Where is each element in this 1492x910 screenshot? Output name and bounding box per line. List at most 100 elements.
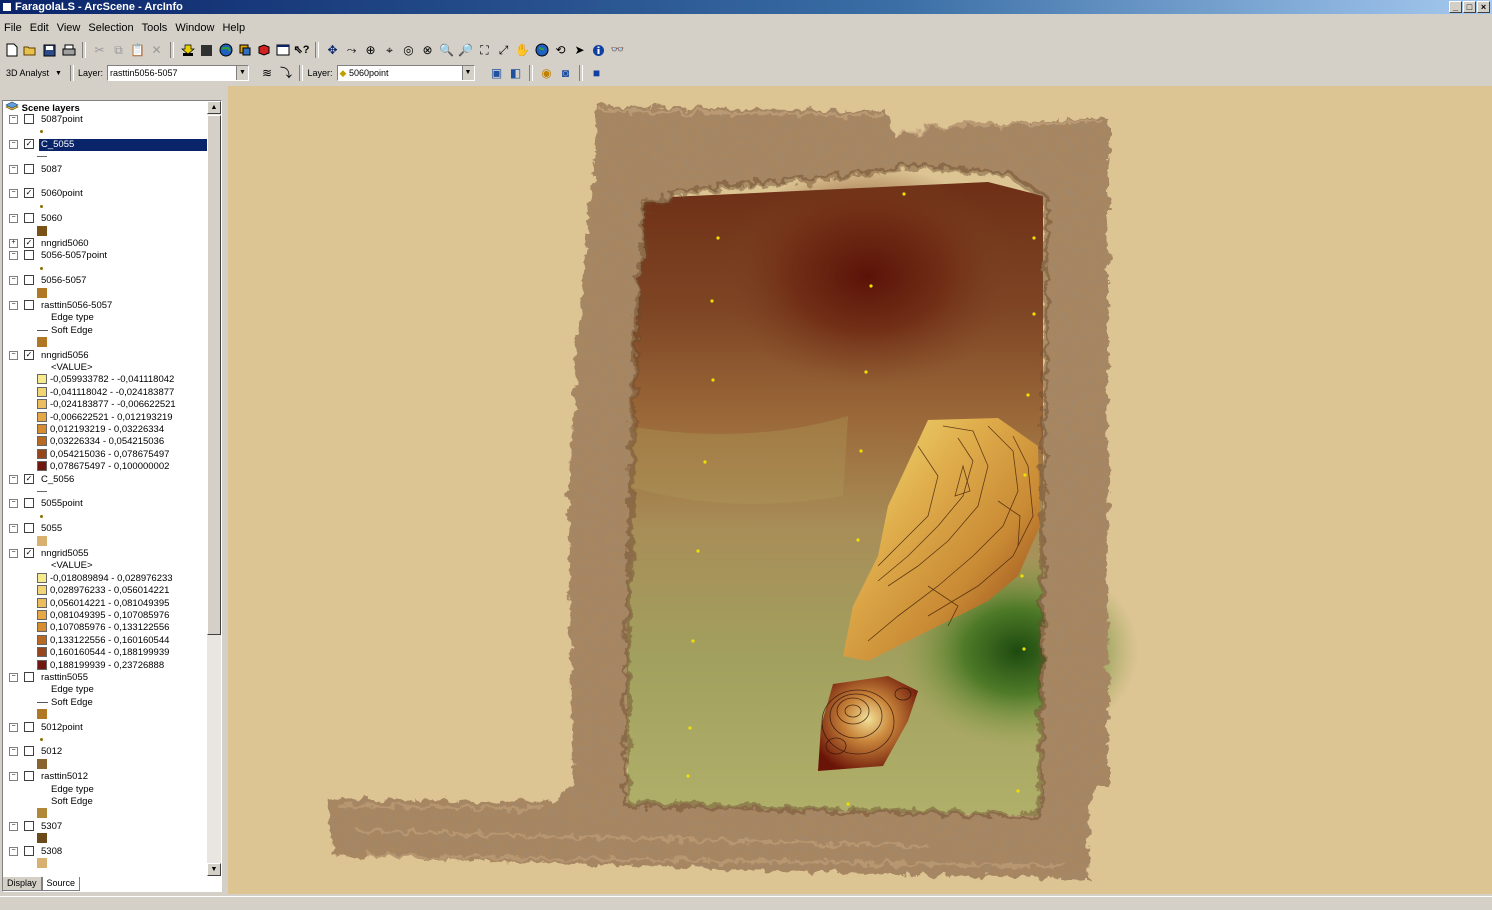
layer-name[interactable]: rasttin5056-5057: [39, 300, 114, 311]
narrow-fov-icon[interactable]: ⊗: [420, 42, 436, 58]
collapse-icon[interactable]: −: [9, 250, 18, 260]
open-folder-icon[interactable]: [23, 42, 39, 58]
menu-view[interactable]: View: [53, 20, 85, 36]
layer-visibility-checkbox[interactable]: [24, 275, 34, 286]
3d-analyst-dropdown[interactable]: 3D Analyst ▼: [2, 65, 66, 81]
collapse-icon[interactable]: −: [9, 498, 18, 508]
layer-name[interactable]: C_5055: [39, 139, 208, 151]
layer-name[interactable]: nngrid5056: [39, 350, 91, 361]
layer-visibility-checkbox[interactable]: [24, 213, 34, 224]
layer-visibility-checkbox[interactable]: [24, 672, 34, 683]
layer-visibility-checkbox[interactable]: [24, 846, 34, 857]
maximize-button[interactable]: □: [1463, 1, 1476, 13]
collapse-icon[interactable]: −: [9, 213, 18, 223]
layer-visibility-checkbox[interactable]: [24, 250, 34, 261]
collapse-icon[interactable]: −: [9, 474, 18, 484]
capture-view-icon[interactable]: ◧: [508, 65, 524, 81]
scroll-down-icon[interactable]: ▼: [207, 863, 221, 876]
new-document-icon[interactable]: [4, 42, 20, 58]
layer-visibility-checkbox[interactable]: ✓: [24, 350, 34, 361]
layer-name[interactable]: 5056-5057: [39, 275, 88, 286]
layer-visibility-checkbox[interactable]: ✓: [24, 139, 34, 150]
collapse-icon[interactable]: −: [9, 114, 18, 124]
full-extent-globe-icon[interactable]: [534, 42, 550, 58]
collapse-icon[interactable]: −: [9, 188, 18, 198]
layer-name[interactable]: nngrid5055: [39, 548, 91, 559]
menu-window[interactable]: Window: [171, 20, 218, 36]
collapse-icon[interactable]: −: [9, 275, 18, 285]
layer-name[interactable]: C_5056: [39, 474, 76, 485]
identify-icon[interactable]: [591, 42, 607, 58]
layer-name[interactable]: 5060point: [39, 188, 85, 199]
layer-name[interactable]: 5056-5057point: [39, 250, 109, 261]
collapse-icon[interactable]: −: [9, 523, 18, 533]
layer-visibility-checkbox[interactable]: [24, 300, 34, 311]
print-icon[interactable]: [61, 42, 77, 58]
navigate-toggle-icon[interactable]: [199, 42, 215, 58]
display-window-icon[interactable]: [275, 42, 291, 58]
layer-visibility-checkbox[interactable]: [24, 114, 34, 125]
copy-icon[interactable]: ⧉: [111, 42, 127, 58]
layer-visibility-checkbox[interactable]: ✓: [24, 548, 34, 559]
collapse-icon[interactable]: −: [9, 548, 18, 558]
layer-visibility-checkbox[interactable]: [24, 498, 34, 509]
zoom-extent-icon[interactable]: ⤢: [496, 42, 512, 58]
paste-icon[interactable]: 📋: [130, 42, 146, 58]
layer-name[interactable]: 5060: [39, 213, 64, 224]
contour-tool-icon[interactable]: ≋: [259, 65, 275, 81]
layer-name[interactable]: 5087point: [39, 114, 85, 125]
menu-file[interactable]: File: [0, 20, 26, 36]
toc-scrollbar[interactable]: ▲ ▼: [207, 101, 221, 876]
layer-name[interactable]: 5012: [39, 746, 64, 757]
layer-name[interactable]: rasttin5055: [39, 672, 90, 683]
tab-source[interactable]: Source: [41, 877, 81, 891]
menu-edit[interactable]: Edit: [26, 20, 53, 36]
layer-name[interactable]: 5308: [39, 846, 64, 857]
globe-icon[interactable]: [218, 42, 234, 58]
collapse-icon[interactable]: −: [9, 771, 18, 781]
expand-icon[interactable]: +: [9, 238, 18, 248]
layer-visibility-checkbox[interactable]: ✓: [24, 238, 34, 249]
zoom-out-icon[interactable]: 🔎: [458, 42, 474, 58]
scrollbar-thumb[interactable]: [207, 115, 221, 635]
navigate-icon[interactable]: ✥: [325, 42, 341, 58]
layer-name[interactable]: 5055point: [39, 498, 85, 509]
scene-view[interactable]: [228, 86, 1492, 894]
layer-visibility-checkbox[interactable]: [24, 523, 34, 534]
center-on-target-icon[interactable]: ◎: [401, 42, 417, 58]
scene-tools-icon[interactable]: [237, 42, 253, 58]
menu-help[interactable]: Help: [218, 20, 249, 36]
layer-name[interactable]: 5087: [39, 164, 64, 175]
full-extent-icon[interactable]: ⛶: [477, 42, 493, 58]
chevron-down-icon[interactable]: ▼: [235, 66, 248, 80]
cut-icon[interactable]: ✂: [92, 42, 108, 58]
binoculars-find-icon[interactable]: 👓: [610, 42, 626, 58]
layer-name[interactable]: nngrid5060: [39, 238, 91, 249]
layer-visibility-checkbox[interactable]: ✓: [24, 474, 34, 485]
zoom-to-target-icon[interactable]: ⊕: [363, 42, 379, 58]
animation-icon[interactable]: ▣: [489, 65, 505, 81]
layer-visibility-checkbox[interactable]: [24, 821, 34, 832]
rotate-view-icon[interactable]: ⟲: [553, 42, 569, 58]
save-icon[interactable]: [42, 42, 58, 58]
layer-visibility-checkbox[interactable]: [24, 722, 34, 733]
layer-visibility-checkbox[interactable]: [24, 746, 34, 757]
layer-visibility-checkbox[interactable]: [24, 164, 34, 175]
whats-this-help-icon[interactable]: ⇖?: [294, 42, 310, 58]
play-animation-icon[interactable]: ◉: [539, 65, 555, 81]
collapse-icon[interactable]: −: [9, 164, 18, 174]
close-button[interactable]: ×: [1477, 1, 1490, 13]
layer-name[interactable]: rasttin5012: [39, 771, 90, 782]
layer-name[interactable]: 5012point: [39, 722, 85, 733]
tab-display[interactable]: Display: [2, 877, 42, 891]
collapse-icon[interactable]: −: [9, 672, 18, 682]
pan-hand-icon[interactable]: ✋: [515, 42, 531, 58]
delete-icon[interactable]: ✕: [149, 42, 165, 58]
add-data-icon[interactable]: [180, 42, 196, 58]
collapse-icon[interactable]: −: [9, 350, 18, 360]
layer2-combo[interactable]: ◆ 5060point ▼: [336, 65, 475, 81]
menu-tools[interactable]: Tools: [138, 20, 172, 36]
record-animation-icon[interactable]: ◙: [558, 65, 574, 81]
select-pointer-icon[interactable]: ➤: [572, 42, 588, 58]
layer-name[interactable]: 5307: [39, 821, 64, 832]
